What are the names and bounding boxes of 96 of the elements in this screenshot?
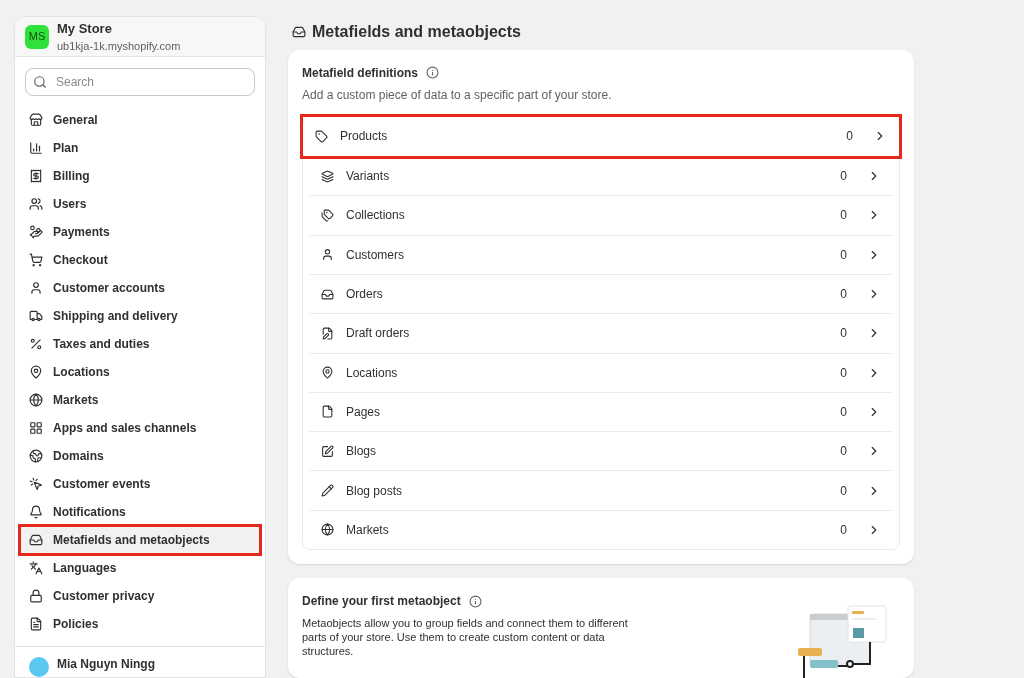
row-count: 0 [840,521,847,539]
definition-row[interactable]: Draft orders 0 [309,313,893,353]
users-icon [29,197,43,211]
receipt-icon [29,169,43,183]
card-description: Add a custom piece of data to a specific part of your store. [302,86,613,104]
sidebar-item[interactable]: Customer events [20,470,260,498]
definition-row[interactable]: Orders 0 [309,273,893,314]
sidebar-item[interactable]: Checkout [20,246,260,274]
cursor-click-icon [29,477,43,491]
pencil-icon [321,484,334,498]
map-pin-icon [29,365,43,379]
row-label: Products [340,128,389,146]
sidebar-item[interactable]: Locations [20,358,260,386]
store-icon [29,113,43,127]
row-count: 0 [840,443,847,461]
definition-row[interactable]: Blog posts 0 [309,470,893,510]
tags-icon [321,208,334,222]
row-count: 0 [840,168,847,186]
sidebar-item[interactable]: Shipping and delivery [20,302,260,330]
sidebar-item[interactable]: Customer accounts [20,274,260,302]
sidebar-item[interactable]: Languages [20,554,260,582]
row-label: Draft orders [346,325,411,343]
sidebar-item[interactable]: Markets [20,386,260,414]
row-count: 0 [840,482,847,500]
row-label: Locations [346,364,399,382]
tag-icon [315,129,328,143]
sidebar-item[interactable]: Billing [20,162,260,190]
row-count: 0 [840,364,847,382]
person-icon [29,281,43,295]
page-title: Metafields and metaobjects [312,21,521,42]
translate-icon [29,561,43,575]
truck-icon [29,309,43,323]
cart-icon [29,253,43,267]
definition-row[interactable]: Customers 0 [309,234,893,274]
row-count: 0 [840,246,847,264]
info-icon [426,66,439,80]
tray-icon [29,533,43,547]
sidebar-item[interactable]: Notifications [20,498,260,526]
user-avatar [29,657,49,677]
edit-document-icon [321,326,334,340]
search-field[interactable]: Search [25,68,255,96]
row-label: Collections [346,207,406,225]
tray-icon [292,24,306,39]
lock-icon [29,589,43,603]
info-icon [468,594,482,608]
sidebar-item[interactable]: Users [20,190,260,218]
row-count: 0 [840,325,847,343]
row-count: 0 [840,286,847,304]
hand-coins-icon [29,225,43,239]
store-name: My Store [57,19,113,38]
sidebar-item[interactable]: Apps and sales channels [20,414,260,442]
row-label: Customers [346,246,405,264]
row-label: Pages [346,403,382,421]
definition-row[interactable]: Locations 0 [309,352,893,392]
sidebar-item[interactable]: Customer privacy [20,582,260,610]
card-title: Define your first metaobject [302,593,461,610]
sidebar-item[interactable]: Plan [20,134,260,162]
sidebar-item[interactable]: General [20,106,260,134]
globe-icon [29,393,43,407]
document-icon [29,617,43,631]
globe-icon [321,523,334,537]
definition-row[interactable]: Products 0 [303,116,899,157]
card-description: Metaobjects allow you to group fields and connect them to different parts of your store. Use them to create custom content or data structures. [302,616,629,658]
row-count: 0 [846,128,853,146]
row-count: 0 [840,207,847,225]
row-label: Blog posts [346,482,404,500]
definition-row[interactable]: Variants 0 [309,156,893,196]
row-count: 0 [840,403,847,421]
definition-row[interactable]: Pages 0 [309,391,893,432]
page-icon [321,405,334,419]
grid-icon [29,421,43,435]
store-domain: ub1kja-1k.myshopify.com [57,39,181,54]
bar-chart-icon [29,141,43,155]
definition-row[interactable]: Blogs 0 [309,431,893,471]
sidebar-item[interactable]: Domains [20,442,260,470]
tray-icon [321,287,334,301]
layers-icon [321,169,334,183]
person-icon [321,248,334,262]
card-title: Metafield definitions [302,64,418,82]
row-label: Blogs [346,443,378,461]
sidebar-item[interactable]: Taxes and duties [20,330,260,358]
map-pin-icon [321,366,334,380]
percent-icon [29,337,43,351]
search-icon [33,75,47,89]
sidebar-item[interactable]: Payments [20,218,260,246]
definition-row[interactable]: Markets 0 [309,509,893,549]
row-label: Variants [346,168,391,186]
edit-icon [321,444,334,458]
user-name: Mia Nguyn Ningg [57,657,155,671]
row-label: Orders [346,286,384,304]
sidebar-item[interactable]: Metafields and metaobjects [20,526,260,554]
definition-row[interactable]: Collections 0 [309,195,893,235]
store-avatar: MS [25,24,49,49]
bell-icon [29,505,43,519]
row-label: Markets [346,521,390,539]
sidebar-item[interactable]: Policies [20,610,260,638]
